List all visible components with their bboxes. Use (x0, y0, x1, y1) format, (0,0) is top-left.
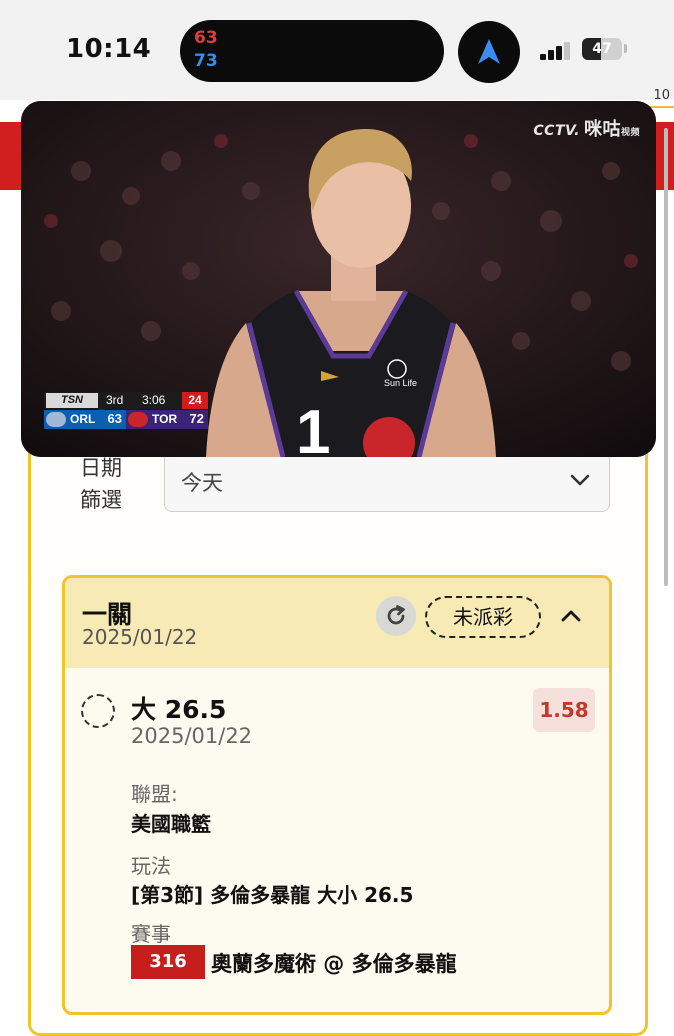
battery-icon: 47 (582, 38, 622, 60)
odds-badge: 1.58 (533, 688, 595, 732)
play-value: [第3節] 多倫多暴龍 大小 26.5 (131, 883, 414, 907)
status-time: 10:14 (66, 34, 152, 64)
battery-nub (624, 44, 627, 53)
status-bar: 10:14 63 73 47 (0, 0, 674, 100)
jersey-sponsor: Sun Life (384, 378, 417, 388)
event-label: 賽事 (131, 922, 171, 946)
bet-card-header[interactable]: 一關 2025/01/22 未派彩 (65, 578, 609, 668)
navigation-arrow-icon (478, 39, 500, 64)
tv-scoreboard: TSN 3rd 3:06 24 ORL 63 TOR 72 (44, 392, 208, 432)
dynamic-island-score[interactable]: 63 73 (180, 20, 444, 82)
date-filter-label: 日期篩選 (80, 456, 122, 512)
bet-card: 一關 2025/01/22 未派彩 大 26.5 2025/01/22 1.58… (62, 575, 612, 1015)
team-a-block: ORL 63 (44, 410, 126, 429)
game-period: 3rd (106, 393, 124, 407)
team-a-score: 63 (107, 411, 122, 426)
bet-date: 2025/01/22 (82, 625, 198, 649)
selection-date: 2025/01/22 (131, 724, 253, 748)
battery-level: 47 (592, 41, 612, 57)
team-b-abbr: TOR (152, 412, 178, 426)
network-logo: TSN (46, 393, 98, 408)
event-name: 奧蘭多魔術 @ 多倫多暴龍 (211, 952, 457, 976)
league-value: 美國職籃 (131, 812, 211, 836)
event-id-badge: 316 (131, 945, 205, 979)
team-a-abbr: ORL (70, 412, 96, 426)
page-scrollbar[interactable] (664, 128, 668, 586)
shot-clock: 24 (182, 392, 208, 409)
chevron-down-icon (570, 474, 590, 486)
date-filter-select[interactable]: 今天 (164, 448, 610, 512)
selection-name: 大 26.5 (131, 695, 227, 724)
video-pip-window[interactable]: 1 Sun Life CCTV. 咪咕视频 TSN 3rd 3:06 24 ORL… (21, 101, 656, 457)
refresh-button[interactable] (376, 596, 416, 636)
navigation-live-activity[interactable] (458, 21, 520, 83)
broadcaster-logo-text: CCTV. (533, 123, 580, 139)
island-score-bottom: 73 (194, 51, 218, 71)
cellular-signal-icon (540, 40, 574, 60)
broadcaster-tag: 视频 (620, 128, 640, 138)
raptors-logo-icon (128, 412, 148, 427)
play-label: 玩法 (131, 854, 171, 878)
jersey-number: 1 (296, 398, 330, 457)
island-score-top: 63 (194, 28, 218, 48)
broadcaster-channel: 咪咕 (583, 119, 621, 140)
league-label: 聯盟: (131, 782, 178, 806)
date-filter-value: 今天 (181, 471, 223, 495)
refresh-icon (387, 605, 405, 625)
team-b-block: TOR 72 (126, 410, 208, 429)
settlement-status-badge: 未派彩 (425, 596, 541, 638)
magic-logo-icon (46, 412, 66, 427)
selection-status-indicator (81, 694, 115, 728)
broadcaster-logo: CCTV. 咪咕视频 (533, 115, 640, 141)
team-b-score: 72 (189, 411, 204, 426)
chevron-up-icon[interactable] (557, 604, 585, 628)
game-clock: 3:06 (142, 393, 166, 407)
